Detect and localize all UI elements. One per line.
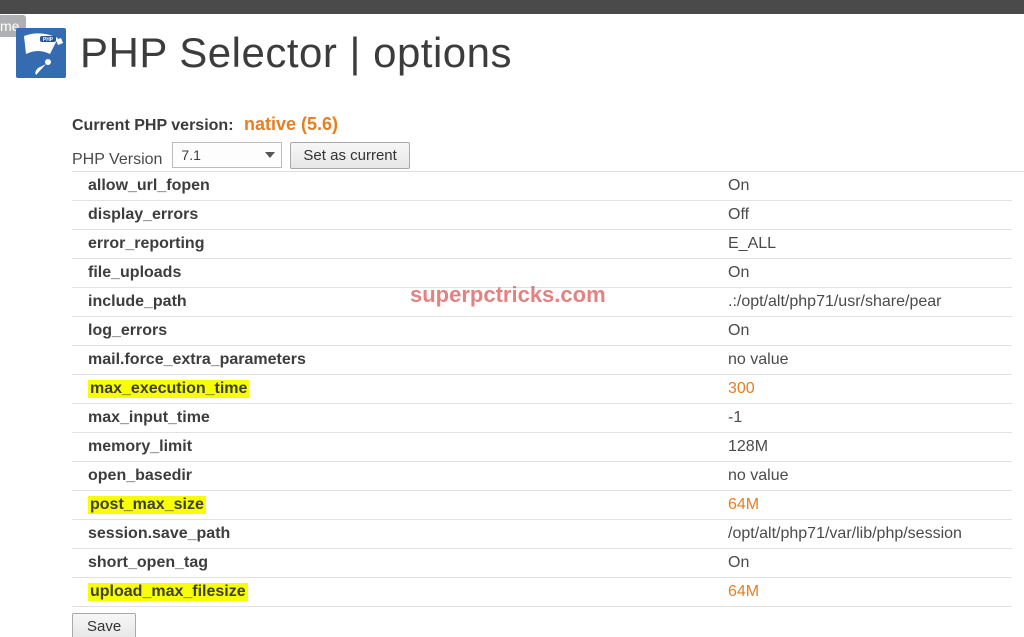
option-key: mail.force_extra_parameters: [72, 346, 712, 375]
version-select[interactable]: 7.1: [172, 142, 282, 168]
option-key: log_errors: [72, 317, 712, 346]
table-row: include_path.:/opt/alt/php71/usr/share/p…: [72, 288, 1012, 317]
version-label: PHP Version: [72, 151, 162, 169]
table-row: log_errorsOn: [72, 317, 1012, 346]
option-value[interactable]: 64M: [712, 491, 1012, 520]
page-title: PHP Selector | options: [80, 29, 512, 77]
main-content: Current PHP version: native (5.6) PHP Ve…: [0, 114, 1024, 637]
top-bar: [0, 0, 1024, 14]
version-row: PHP Version 7.1 Set as current: [72, 141, 1024, 172]
option-key: short_open_tag: [72, 549, 712, 578]
option-key: include_path: [72, 288, 712, 317]
table-row: short_open_tagOn: [72, 549, 1012, 578]
save-button[interactable]: Save: [72, 613, 136, 637]
highlight: post_max_size: [88, 496, 206, 514]
option-key: max_execution_time: [72, 375, 712, 404]
highlight: max_execution_time: [88, 380, 249, 398]
current-version-label: Current PHP version:: [72, 117, 234, 134]
option-value[interactable]: E_ALL: [712, 230, 1012, 259]
set-as-current-button[interactable]: Set as current: [290, 142, 409, 169]
option-value[interactable]: On: [712, 172, 1012, 201]
options-table: allow_url_fopenOndisplay_errorsOfferror_…: [72, 172, 1012, 607]
table-row: upload_max_filesize 64M: [72, 578, 1012, 607]
option-value[interactable]: /opt/alt/php71/var/lib/php/session: [712, 520, 1012, 549]
table-row: max_input_time-1: [72, 404, 1012, 433]
option-value[interactable]: -1: [712, 404, 1012, 433]
option-value[interactable]: On: [712, 317, 1012, 346]
option-value[interactable]: Off: [712, 201, 1012, 230]
option-value[interactable]: no value: [712, 462, 1012, 491]
option-key: error_reporting: [72, 230, 712, 259]
current-version-line: Current PHP version: native (5.6): [72, 114, 1024, 135]
option-value[interactable]: 64M: [712, 578, 1012, 607]
option-key: display_errors: [72, 201, 712, 230]
option-value[interactable]: 128M: [712, 433, 1012, 462]
php-logo-icon: PHP: [16, 28, 66, 78]
option-value[interactable]: 300: [712, 375, 1012, 404]
option-key: upload_max_filesize: [72, 578, 712, 607]
option-key: open_basedir: [72, 462, 712, 491]
chevron-down-icon: [265, 152, 275, 158]
option-value[interactable]: On: [712, 549, 1012, 578]
option-key: max_input_time: [72, 404, 712, 433]
table-row: allow_url_fopenOn: [72, 172, 1012, 201]
table-row: file_uploadsOn: [72, 259, 1012, 288]
table-row: error_reportingE_ALL: [72, 230, 1012, 259]
option-value[interactable]: no value: [712, 346, 1012, 375]
table-row: mail.force_extra_parametersno value: [72, 346, 1012, 375]
page-header: PHP PHP Selector | options: [0, 14, 1024, 92]
table-row: post_max_size 64M: [72, 491, 1012, 520]
table-row: display_errorsOff: [72, 201, 1012, 230]
option-key: allow_url_fopen: [72, 172, 712, 201]
current-version-value: native (5.6): [244, 114, 338, 134]
option-value[interactable]: .:/opt/alt/php71/usr/share/pear: [712, 288, 1012, 317]
table-row: memory_limit128M: [72, 433, 1012, 462]
table-row: open_basedirno value: [72, 462, 1012, 491]
option-key: session.save_path: [72, 520, 712, 549]
option-key: file_uploads: [72, 259, 712, 288]
option-value[interactable]: On: [712, 259, 1012, 288]
table-row: session.save_path/opt/alt/php71/var/lib/…: [72, 520, 1012, 549]
version-select-value: 7.1: [181, 147, 200, 163]
svg-text:PHP: PHP: [43, 37, 54, 43]
table-row: max_execution_time 300: [72, 375, 1012, 404]
option-key: post_max_size: [72, 491, 712, 520]
highlight: upload_max_filesize: [88, 583, 248, 601]
option-key: memory_limit: [72, 433, 712, 462]
